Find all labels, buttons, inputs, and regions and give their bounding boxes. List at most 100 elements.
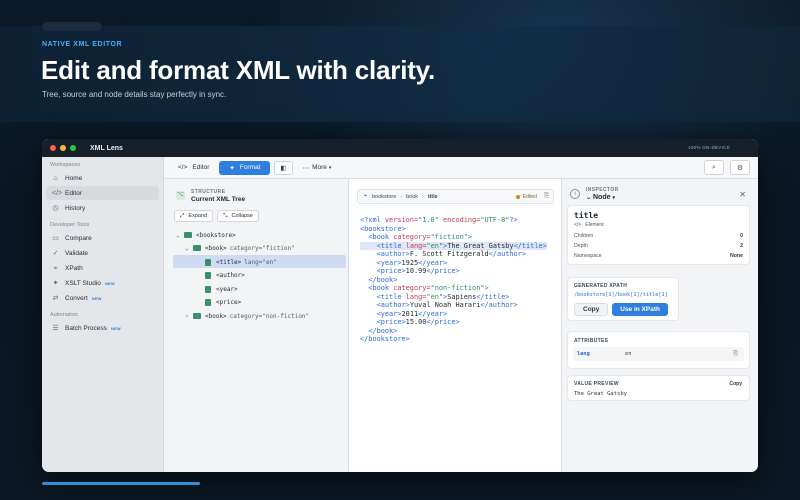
sidebar-item-compare[interactable]: ▭ Compare xyxy=(46,231,159,245)
code-line[interactable]: </bookstore> xyxy=(360,335,547,344)
code-line[interactable]: <year>1925</year> xyxy=(360,259,547,268)
code-line[interactable]: </book> xyxy=(360,276,547,285)
copy-attribute-icon[interactable]: ⎘ xyxy=(733,351,738,358)
sidebar-item-label: XPath xyxy=(65,264,83,272)
code-line[interactable]: <book category="non-fiction"> xyxy=(360,284,547,293)
on-device-badge: 100% ON-DEVICE xyxy=(688,145,730,150)
file-icon xyxy=(205,298,211,306)
sidebar-item-xslt-studio[interactable]: ✦ XSLT Studio NEW xyxy=(46,276,159,290)
detail-key: Children xyxy=(574,233,594,239)
inspector-label: INSPECTOR xyxy=(586,187,619,193)
code-line[interactable]: <?xml version="1.0" encoding="UTF-8"?> xyxy=(360,216,547,225)
collapse-label: Collapse xyxy=(231,213,253,219)
convert-arrows-icon: ⇄ xyxy=(52,294,59,302)
zoom-window-button[interactable] xyxy=(70,145,76,151)
top-pill xyxy=(42,22,102,31)
attribute-row[interactable]: lang en ⎘ xyxy=(573,347,744,361)
copy-xpath-button[interactable]: Copy xyxy=(574,303,609,316)
close-icon[interactable]: ✕ xyxy=(739,190,746,199)
breadcrumb-item[interactable]: bookstore xyxy=(372,194,396,200)
layers-icon: ☰ xyxy=(52,324,59,332)
tree-node-price[interactable]: <price> xyxy=(205,296,241,308)
sidebar-item-xpath[interactable]: ⌖ XPath xyxy=(46,261,159,275)
node-select[interactable]: ⌄ Node ▾ xyxy=(586,194,619,201)
use-in-xpath-button[interactable]: Use in XPath xyxy=(612,303,668,316)
clock-icon: ◷ xyxy=(52,204,59,212)
minimize-window-button[interactable] xyxy=(60,145,66,151)
app-window: XML Lens 100% ON-DEVICE Workspaces ⌂ Home… xyxy=(42,139,758,472)
detail-value: 2 xyxy=(740,243,743,249)
element-card: title </> Element Children 0 Depth 2 Namesp… xyxy=(567,205,750,265)
code-line[interactable]: <bookstore> xyxy=(360,225,547,234)
hero-headline: Edit and format XML with clarity. xyxy=(41,55,436,85)
tree-node-label: <author> xyxy=(216,271,245,279)
home-icon: ⌂ xyxy=(53,174,58,182)
breadcrumb-separator: › xyxy=(422,193,424,200)
edited-status: Edited xyxy=(515,194,537,200)
sidebar-item-history[interactable]: ◷ History xyxy=(46,201,159,215)
carousel-progress-bar xyxy=(42,482,200,485)
sidebar: Workspaces ⌂ Home </> Editor ◷ History Deve… xyxy=(42,157,164,472)
sidebar-item-convert[interactable]: ⇄ Convert NEW xyxy=(46,291,159,305)
code-icon: </> xyxy=(178,164,188,171)
tree-node-author[interactable]: <author> xyxy=(205,269,245,281)
tree-node-label: <book> xyxy=(205,312,227,320)
code-line[interactable]: <price>15.00</price> xyxy=(360,318,547,327)
tree-node-book-fiction[interactable]: ⌄ <book> category="fiction" xyxy=(185,242,295,254)
tree-node-year[interactable]: <year> xyxy=(205,283,238,295)
element-label: Element xyxy=(585,222,604,228)
sidebar-item-label: History xyxy=(65,204,86,212)
attribute-key: lang xyxy=(577,351,590,357)
tree-panel: ⌥ STRUCTURE Current XML Tree ⤢ Expand ⤡ Co… xyxy=(164,179,349,472)
sidebar-item-home[interactable]: ⌂ Home xyxy=(46,171,159,185)
code-area[interactable]: <?xml version="1.0" encoding="UTF-8"?> <b… xyxy=(360,216,547,344)
format-button[interactable]: ✦ Format xyxy=(219,160,271,175)
sidebar-item-label: Convert xyxy=(65,294,88,302)
copy-source-icon[interactable]: ⎘ xyxy=(544,193,549,200)
more-menu-button[interactable]: ⋯ More ▾ xyxy=(297,161,338,175)
xpath-card: GENERATED XPATH /bookstore[1]/book[1]/ti… xyxy=(567,277,679,321)
code-line[interactable]: <book category="fiction"> xyxy=(360,233,547,242)
copy-preview-button[interactable]: Copy xyxy=(730,381,743,387)
edited-label: Edited xyxy=(522,194,537,200)
tree-node-label: <title> xyxy=(216,258,242,266)
close-window-button[interactable] xyxy=(50,145,56,151)
editor-mode-label: Editor xyxy=(192,164,210,171)
editor-mode-button[interactable]: </> Editor xyxy=(172,161,215,175)
file-icon xyxy=(205,258,211,266)
folder-icon xyxy=(193,313,201,319)
breadcrumb-item[interactable]: book xyxy=(406,194,418,200)
source-editor[interactable]: ⌖ bookstore › book › title Edited ⎘ <?xml … xyxy=(349,179,562,472)
tree-node-label: <year> xyxy=(216,285,238,293)
code-line[interactable]: </book> xyxy=(360,327,547,336)
code-line[interactable]: <title lang="en">Sapiens</title> xyxy=(360,293,547,302)
split-view-button[interactable]: ◧ xyxy=(274,160,293,175)
sidebar-item-editor[interactable]: </> Editor xyxy=(46,186,159,200)
code-line[interactable]: <author>Yuval Noah Harari</author> xyxy=(360,301,547,310)
magic-wand-icon: ✦ xyxy=(52,279,59,287)
search-button[interactable]: ⌕ xyxy=(704,160,724,175)
tree-node-bookstore[interactable]: ⌄ <bookstore> xyxy=(176,229,236,241)
more-dots-icon: ⋯ xyxy=(302,164,310,172)
code-line[interactable]: <year>2011</year> xyxy=(360,310,547,319)
settings-button[interactable]: ⚙ xyxy=(730,160,750,175)
sidebar-toggle-icon: ◧ xyxy=(280,164,287,172)
hero-subline: Tree, source and node details stay perfe… xyxy=(42,90,227,99)
attribute-value: en xyxy=(625,351,632,357)
xpath-value[interactable]: /bookstore[1]/book[1]/title[1] xyxy=(574,292,678,298)
tree-node-title[interactable]: <title> lang="en" xyxy=(205,256,277,268)
code-line[interactable]: <price>10.99</price> xyxy=(360,267,547,276)
tree-node-book-nonfiction[interactable]: › <book> category="non-fiction" xyxy=(185,310,309,322)
code-line[interactable]: <title lang="en">The Great Gatsby</title… xyxy=(360,241,547,250)
attributes-card: ATTRIBUTES lang en ⎘ xyxy=(567,331,750,369)
breadcrumb-current[interactable]: title xyxy=(428,194,438,200)
code-line[interactable]: <author>F. Scott Fitzgerald</author> xyxy=(360,250,547,259)
breadcrumb-root-icon: ⌖ xyxy=(364,193,368,199)
sidebar-item-batch-process[interactable]: ☰ Batch Process NEW xyxy=(46,321,159,335)
tree-node-attr: category="non-fiction" xyxy=(229,312,310,320)
sidebar-item-validate[interactable]: ✓ Validate xyxy=(46,246,159,260)
expand-button[interactable]: ⤢ Expand xyxy=(174,210,214,222)
breadcrumb-separator: › xyxy=(400,193,403,200)
collapse-button[interactable]: ⤡ Collapse xyxy=(217,210,259,222)
attributes-label: ATTRIBUTES xyxy=(574,338,609,344)
